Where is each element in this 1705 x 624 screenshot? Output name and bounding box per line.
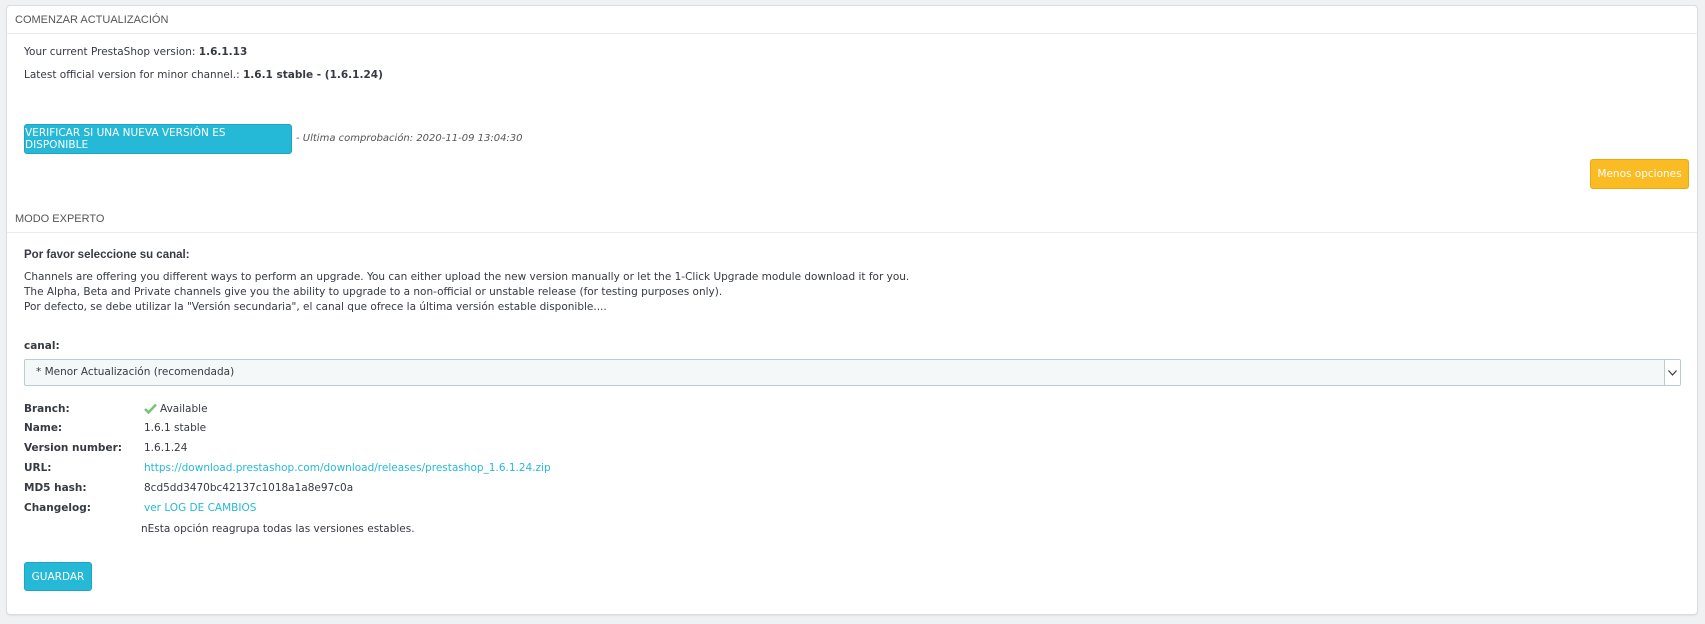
name-value: 1.6.1 stable [144,422,207,434]
upgrade-panel: COMENZAR ACTUALIZACIÓN Your current Pres… [6,5,1698,615]
version-number-value: 1.6.1.24 [144,442,188,454]
md5-value: 8cd5dd3470bc42137c1018a1a8e97c0a [144,482,354,494]
channel-label: canal: [24,340,60,352]
branch-value: Available [144,403,208,417]
current-version-label: Your current PrestaShop version: [24,46,196,58]
section-divider [7,33,1697,34]
channel-note: nEsta opción reagrupa todas las versione… [141,523,415,535]
last-check-text: - Ultima comprobación: 2020-11-09 13:04:… [296,133,523,144]
latest-version-label: Latest official version for minor channe… [24,69,240,81]
channel-subtitle: Por favor seleccione su canal: [24,249,190,261]
check-version-button[interactable]: VERIFICAR SI UNA NUEVA VERSIÓN ES DISPON… [24,124,292,154]
description-line: The Alpha, Beta and Private channels giv… [24,286,723,298]
description-line: Channels are offering you different ways… [24,271,910,283]
check-icon [144,403,157,417]
url-label: URL: [24,462,52,474]
description-line: Por defecto, se debe utilizar la "Versió… [24,301,607,313]
channel-select[interactable]: * Menor Actualización (recomendada) [24,359,1681,386]
name-label: Name: [24,422,63,434]
md5-label: MD5 hash: [24,482,87,494]
version-number-label: Version number: [24,442,122,454]
branch-label: Branch: [24,403,70,415]
changelog-link[interactable]: ver LOG DE CAMBIOS [144,502,256,514]
expert-section-title: MODO EXPERTO [15,213,105,225]
save-button[interactable]: GUARDAR [24,562,92,591]
latest-version-value: 1.6.1 stable - (1.6.1.24) [242,69,383,81]
update-section-title: COMENZAR ACTUALIZACIÓN [15,14,169,26]
channel-selected-value: * Menor Actualización (recomendada) [36,366,235,378]
current-version-value: 1.6.1.13 [198,46,248,58]
chevron-down-icon[interactable] [1664,360,1680,385]
branch-status-text: Available [160,403,208,415]
current-version-line: Your current PrestaShop version: 1.6.1.1… [24,46,247,58]
latest-version-line: Latest official version for minor channe… [24,69,383,81]
section-divider [7,232,1697,233]
download-url-link[interactable]: https://download.prestashop.com/download… [144,462,551,474]
changelog-label: Changelog: [24,502,91,514]
less-options-button[interactable]: Menos opciones [1590,159,1689,189]
